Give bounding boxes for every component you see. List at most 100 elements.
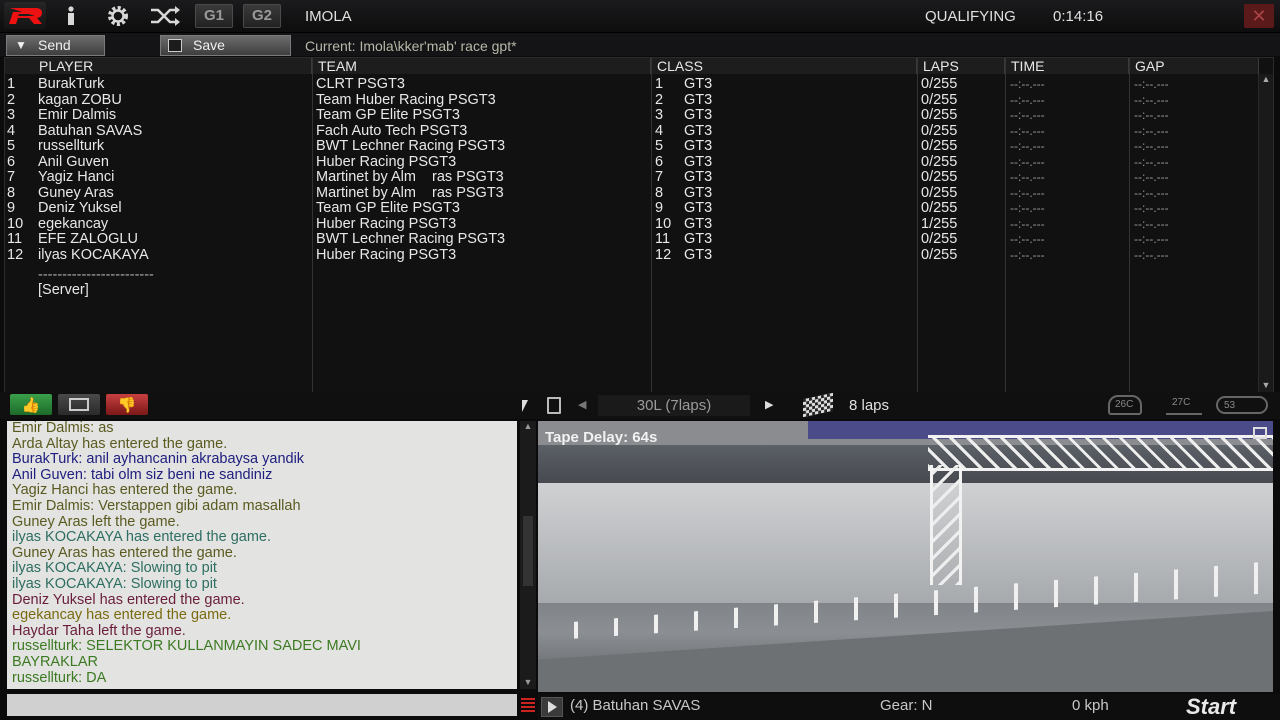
scroll-down-icon[interactable]: ▼	[1259, 380, 1273, 390]
shuffle-icon[interactable]	[148, 4, 182, 28]
row-laps: 0/255	[921, 138, 958, 154]
row-cls_pos: 7	[655, 169, 664, 185]
row-cls: GT3	[684, 76, 713, 92]
thumbs-down-icon: 👎	[117, 396, 137, 414]
row-team: BWT Lechner Racing PSGT3	[316, 231, 506, 247]
driver-name: (4) Batuhan SAVAS	[570, 697, 701, 714]
gantry-pillar	[930, 465, 962, 585]
chat-message: egekancay has entered the game.	[12, 607, 232, 624]
tape-delay: Tape Delay: 64s	[545, 429, 658, 446]
action-row: ▼ Send Save Current: Imola\kker'mab' rac…	[0, 33, 1280, 56]
send-label: Send	[38, 37, 71, 53]
row-time: --:--.---	[1010, 108, 1045, 122]
row-player: kagan ZOBU	[38, 91, 122, 108]
gear-icon[interactable]	[104, 4, 132, 28]
row-pos: 11	[7, 231, 23, 247]
row-cls: GT3	[684, 200, 713, 216]
scroll-up-icon[interactable]: ▲	[520, 421, 536, 431]
checkered-flag-icon	[803, 392, 833, 418]
row-gap: --:--.---	[1134, 201, 1169, 215]
column-divider	[917, 58, 918, 392]
row-pos: 12	[7, 246, 24, 263]
row-pos: 9	[7, 200, 16, 216]
send-button[interactable]: ▼ Send	[6, 35, 105, 56]
row-player: Deniz Yuksel	[38, 200, 122, 216]
monitor-button[interactable]	[58, 394, 100, 415]
thumbs-up-button[interactable]: 👍	[10, 394, 52, 415]
row-laps: 1/255	[921, 215, 958, 232]
fuel-decrease-icon[interactable]: ◀	[578, 398, 586, 411]
chat-message: russellturk: DA	[12, 669, 107, 686]
scroll-thumb[interactable]	[523, 516, 533, 586]
header-time[interactable]: TIME	[1005, 58, 1129, 74]
play-button[interactable]	[541, 697, 563, 717]
header-laps[interactable]: LAPS	[917, 58, 1005, 74]
row-pos: 6	[7, 153, 16, 170]
row-player: BurakTurk	[38, 76, 105, 92]
row-cls: GT3	[684, 138, 713, 154]
row-time: --:--.---	[1010, 201, 1045, 215]
chat-message: Haydar Taha left the game.	[12, 622, 186, 639]
row-team: Martinet by Alm ras PSGT3	[316, 169, 504, 185]
row-cls: GT3	[684, 122, 713, 139]
row-time: --:--.---	[1010, 185, 1045, 200]
maximize-icon[interactable]	[1253, 427, 1267, 439]
row-cls: GT3	[684, 215, 713, 232]
row-laps: 0/255	[921, 200, 958, 216]
ambient-temp: 26C	[1115, 399, 1134, 410]
chat-input[interactable]	[7, 694, 517, 716]
control-bar: 👍 👎 ◀ 30L (7laps) ▶ 8 laps 26C 27C 53	[0, 392, 1280, 419]
header-player[interactable]: PLAYER	[5, 58, 312, 74]
row-player: Batuhan SAVAS	[38, 122, 143, 139]
fuel-increase-icon[interactable]: ▶	[765, 398, 773, 411]
row-cls_pos: 2	[655, 91, 664, 108]
monitor-icon	[69, 398, 89, 411]
row-gap: --:--.---	[1134, 92, 1169, 107]
column-divider	[651, 58, 652, 392]
row-cls_pos: 8	[655, 184, 664, 201]
top-bar: G1 G2 IMOLA QUALIFYING 0:14:16 ✕	[0, 0, 1280, 33]
row-laps: 0/255	[921, 107, 958, 123]
player-grid: PLAYER TEAM CLASS LAPS TIME GAP 1 BurakTu…	[4, 57, 1274, 393]
header-team[interactable]: TEAM	[312, 58, 651, 74]
g1-button[interactable]: G1	[195, 4, 233, 28]
thumbs-up-icon: 👍	[21, 396, 41, 414]
save-button[interactable]: Save	[160, 35, 291, 56]
ambient-temp-icon: 26C	[1108, 395, 1142, 415]
row-time: --:--.---	[1010, 216, 1045, 231]
grid-scrollbar[interactable]: ▲ ▼	[1258, 74, 1273, 392]
chat-message: Emir Dalmis: Verstappen gibi adam masall…	[12, 497, 301, 514]
row-laps: 0/255	[921, 246, 958, 263]
row-cls_pos: 11	[655, 231, 671, 247]
scroll-up-icon[interactable]: ▲	[1259, 74, 1273, 84]
column-divider	[1005, 58, 1006, 392]
thumbs-down-button[interactable]: 👎	[106, 394, 148, 415]
row-laps: 0/255	[921, 122, 958, 139]
header-class[interactable]: CLASS	[651, 58, 917, 74]
gear-readout: Gear: N	[880, 697, 933, 714]
chevron-down-icon: ▼	[15, 38, 27, 52]
gantry	[928, 435, 1273, 471]
info-icon[interactable]	[60, 4, 82, 28]
row-player: EFE ZALOGLU	[38, 231, 138, 247]
row-gap: --:--.---	[1134, 216, 1169, 231]
chat-scrollbar[interactable]: ▲ ▼	[520, 421, 536, 689]
logo-r-icon[interactable]	[4, 2, 46, 29]
track-name: IMOLA	[305, 8, 352, 25]
row-gap: --:--.---	[1134, 139, 1169, 153]
row-cls_pos: 12	[655, 246, 672, 263]
header-gap[interactable]: GAP	[1129, 58, 1259, 74]
server-entry[interactable]: [Server]	[38, 282, 89, 299]
row-cls: GT3	[684, 91, 713, 108]
row-laps: 0/255	[921, 76, 958, 92]
start-button[interactable]: Start	[1186, 694, 1236, 720]
row-time: --:--.---	[1010, 123, 1045, 138]
close-icon[interactable]: ✕	[1244, 4, 1274, 28]
scroll-down-icon[interactable]: ▼	[520, 677, 536, 687]
row-time: --:--.---	[1010, 247, 1045, 262]
g2-button[interactable]: G2	[243, 4, 281, 28]
row-laps: 0/255	[921, 184, 958, 201]
row-team: Team GP Elite PSGT3	[316, 200, 460, 216]
row-time: --:--.---	[1010, 232, 1045, 246]
play-icon	[547, 701, 557, 713]
